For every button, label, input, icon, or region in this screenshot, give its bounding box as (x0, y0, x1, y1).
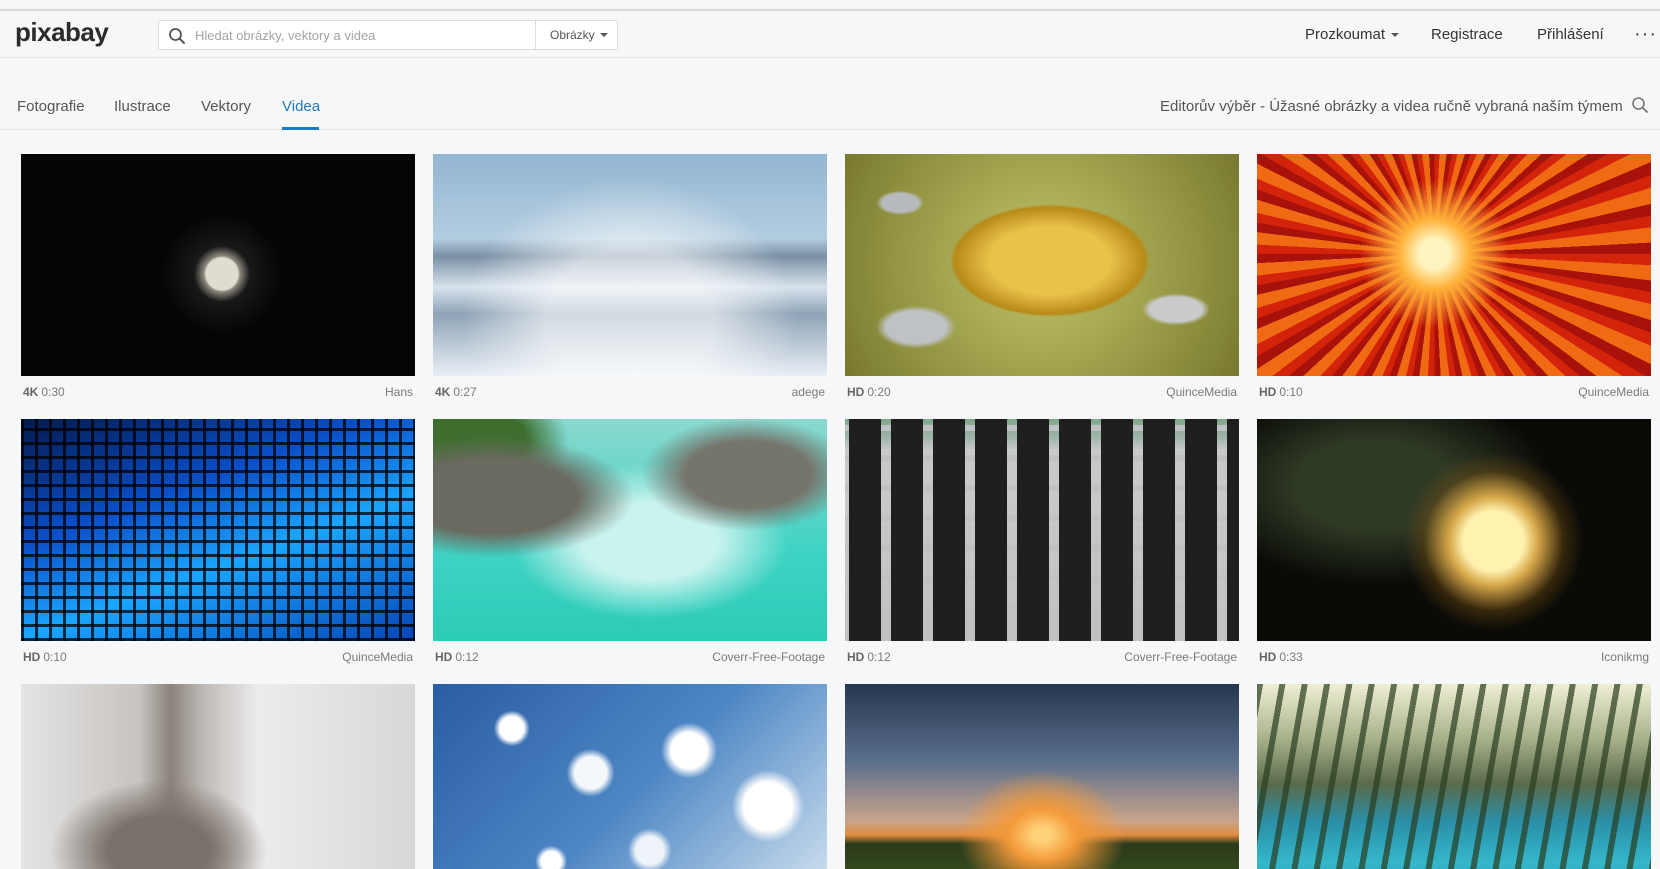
quality-badge: 4K (23, 385, 39, 399)
editors-choice-link[interactable]: Editorův výběr - Úžasné obrázky a videa … (1160, 98, 1623, 115)
video-meta: HD 0:10 QuinceMedia (21, 641, 415, 673)
video-card[interactable]: HD 0:33 Iconikmg (1257, 419, 1651, 673)
video-card[interactable]: 4K 0:27 adege (433, 154, 827, 408)
video-meta: HD 0:12 Coverr-Free-Footage (433, 641, 827, 673)
video-thumbnail[interactable] (433, 684, 827, 869)
nav-explore-label: Prozkoumat (1305, 26, 1386, 43)
video-thumbnail[interactable] (1257, 684, 1651, 869)
active-tab-indicator (282, 127, 319, 130)
video-duration: 0:10 (43, 650, 67, 664)
video-meta: HD 0:12 Coverr-Free-Footage (845, 641, 1239, 673)
author-link[interactable]: Hans (385, 385, 413, 399)
tab-illustrations[interactable]: Ilustrace (114, 98, 171, 115)
video-card[interactable]: HD 0:12 Coverr-Free-Footage (433, 419, 827, 673)
video-thumbnail[interactable] (845, 154, 1239, 376)
video-card[interactable]: HD 0:20 QuinceMedia (845, 154, 1239, 408)
video-thumbnail[interactable] (845, 684, 1239, 869)
video-duration: 0:12 (867, 650, 891, 664)
quality-badge: HD (847, 385, 865, 399)
video-duration: 0:10 (1279, 385, 1303, 399)
video-duration: 0:20 (867, 385, 891, 399)
video-thumbnail[interactable] (433, 154, 827, 376)
video-meta: 4K 0:30 Hans (21, 376, 415, 408)
tab-photos[interactable]: Fotografie (17, 98, 85, 115)
nav-register[interactable]: Registrace (1431, 11, 1503, 58)
video-thumbnail[interactable] (21, 419, 415, 641)
author-link[interactable]: Iconikmg (1601, 650, 1649, 664)
video-thumbnail[interactable] (1257, 154, 1651, 376)
pixabay-logo[interactable]: pixabay (15, 17, 125, 49)
video-meta: HD 0:20 QuinceMedia (845, 376, 1239, 408)
quality-badge: HD (1259, 385, 1277, 399)
search-icon[interactable] (168, 27, 186, 45)
author-link[interactable]: QuinceMedia (1578, 385, 1649, 399)
author-link[interactable]: adege (792, 385, 825, 399)
tab-videos[interactable]: Videa (282, 98, 320, 115)
search-icon[interactable] (1631, 96, 1649, 114)
video-meta: 4K 0:27 adege (433, 376, 827, 408)
author-link[interactable]: Coverr-Free-Footage (712, 650, 825, 664)
search-type-dropdown[interactable]: Obrázky (535, 21, 617, 49)
quality-badge: HD (847, 650, 865, 664)
video-card[interactable] (1257, 684, 1651, 869)
category-tabs: Fotografie Ilustrace Vektory Videa Edito… (0, 82, 1660, 130)
search-type-label: Obrázky (550, 28, 595, 42)
video-duration: 0:30 (41, 385, 65, 399)
video-duration: 0:12 (455, 650, 479, 664)
video-card[interactable] (21, 684, 415, 869)
video-card[interactable] (433, 684, 827, 869)
more-menu-icon[interactable]: ··· (1634, 11, 1657, 58)
site-header: pixabay Obrázky Prozkoumat Registrace Př… (0, 11, 1660, 58)
video-card[interactable]: HD 0:12 Coverr-Free-Footage (845, 419, 1239, 673)
video-card[interactable] (845, 684, 1239, 869)
search-bar: Obrázky (158, 20, 685, 50)
author-link[interactable]: QuinceMedia (1166, 385, 1237, 399)
author-link[interactable]: QuinceMedia (342, 650, 413, 664)
quality-badge: 4K (435, 385, 451, 399)
video-duration: 0:27 (453, 385, 477, 399)
quality-badge: HD (23, 650, 41, 664)
quality-badge: HD (1259, 650, 1277, 664)
chevron-down-icon (599, 33, 608, 37)
chevron-down-icon (1391, 32, 1400, 37)
quality-badge: HD (435, 650, 453, 664)
video-card[interactable]: 4K 0:30 Hans (21, 154, 415, 408)
video-meta: HD 0:10 QuinceMedia (1257, 376, 1651, 408)
video-thumbnail[interactable] (1257, 419, 1651, 641)
video-thumbnail[interactable] (845, 419, 1239, 641)
video-meta: HD 0:33 Iconikmg (1257, 641, 1651, 673)
video-thumbnail[interactable] (21, 154, 415, 376)
author-link[interactable]: Coverr-Free-Footage (1124, 650, 1237, 664)
svg-text:pixabay: pixabay (15, 17, 109, 47)
video-thumbnail[interactable] (433, 419, 827, 641)
video-card[interactable]: HD 0:10 QuinceMedia (1257, 154, 1651, 408)
tab-vectors[interactable]: Vektory (201, 98, 251, 115)
video-card[interactable]: HD 0:10 QuinceMedia (21, 419, 415, 673)
nav-explore[interactable]: Prozkoumat (1305, 11, 1400, 58)
nav-login[interactable]: Přihlášení (1537, 11, 1604, 58)
video-duration: 0:33 (1279, 650, 1303, 664)
video-thumbnail[interactable] (21, 684, 415, 869)
